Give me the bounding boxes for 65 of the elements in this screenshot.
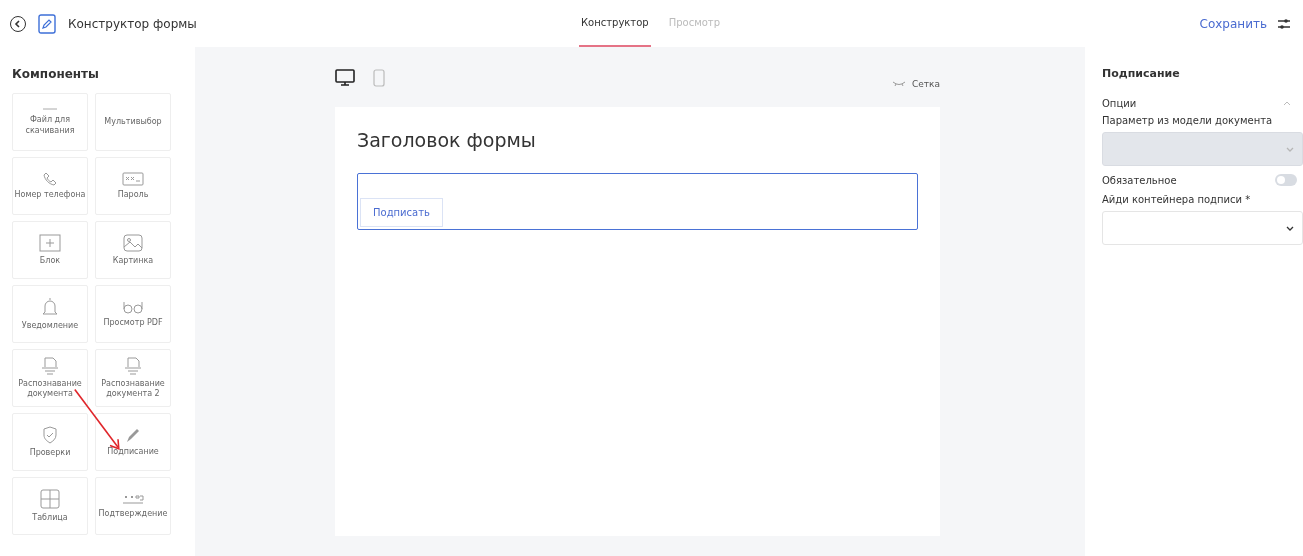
toggle-switch[interactable] bbox=[1275, 174, 1297, 186]
component-label: Таблица bbox=[32, 512, 68, 524]
component-tile[interactable]: Файл для скачивания bbox=[12, 93, 88, 151]
image-icon bbox=[123, 233, 143, 252]
panel-title: Компоненты bbox=[12, 67, 100, 81]
grid-toggle[interactable]: Сетка bbox=[892, 79, 940, 89]
document-scan-icon bbox=[40, 356, 60, 375]
component-tile[interactable]: Пароль bbox=[95, 157, 171, 215]
password-icon bbox=[122, 171, 144, 186]
settings-icon[interactable] bbox=[1277, 17, 1291, 30]
pencil-icon bbox=[38, 13, 56, 34]
line-icon bbox=[42, 108, 58, 112]
component-label: Распознавание документа bbox=[17, 378, 83, 400]
add-block-icon bbox=[39, 233, 61, 252]
field-label: Обязательное bbox=[1102, 174, 1177, 186]
component-tile[interactable]: Подтверждение bbox=[95, 477, 171, 535]
component-label: Номер телефона bbox=[14, 189, 86, 201]
component-label: Подписание bbox=[107, 446, 159, 458]
component-label: Подтверждение bbox=[98, 508, 168, 520]
dropdown-field[interactable] bbox=[1102, 211, 1303, 245]
component-label: Уведомление bbox=[21, 320, 79, 332]
document-scan-icon bbox=[123, 356, 143, 375]
component-tile[interactable]: Таблица bbox=[12, 477, 88, 535]
table-icon bbox=[40, 488, 60, 509]
code-icon bbox=[122, 492, 144, 505]
signature-block[interactable]: Подписать bbox=[357, 173, 918, 230]
back-button[interactable] bbox=[10, 15, 26, 32]
phone-icon bbox=[43, 171, 57, 186]
chevron-icon bbox=[1283, 101, 1291, 106]
mobile-icon[interactable] bbox=[373, 69, 385, 87]
pen-icon bbox=[125, 426, 141, 443]
component-label: Блок bbox=[39, 255, 61, 267]
panel-title: Подписание bbox=[1102, 67, 1181, 80]
component-label: Картинка bbox=[112, 255, 154, 267]
page-title: Конструктор формы bbox=[68, 16, 197, 31]
component-tile[interactable]: Блок bbox=[12, 221, 88, 279]
component-tile[interactable]: Уведомление bbox=[12, 285, 88, 343]
back-icon bbox=[14, 19, 22, 28]
component-label: Пароль bbox=[117, 189, 149, 201]
field-label: Айди контейнера подписи * bbox=[1102, 194, 1252, 205]
eye-closed-icon bbox=[892, 81, 906, 87]
component-tile[interactable]: Номер телефона bbox=[12, 157, 88, 215]
component-label: Мультивыбор bbox=[104, 116, 162, 128]
component-tile[interactable]: Распознавание документа bbox=[12, 349, 88, 407]
sign-button[interactable]: Подписать bbox=[360, 198, 443, 227]
desktop-icon[interactable] bbox=[335, 69, 355, 87]
form-title: Заголовок формы bbox=[357, 129, 537, 151]
field-label: Параметр из модели документа bbox=[1102, 115, 1274, 126]
component-tile[interactable]: Подписание bbox=[95, 413, 171, 471]
chevron-down-icon bbox=[1286, 225, 1294, 231]
glasses-icon bbox=[122, 299, 144, 314]
component-label: Проверки bbox=[29, 447, 71, 459]
shield-check-icon bbox=[42, 425, 58, 444]
bell-icon bbox=[42, 296, 58, 317]
save-button[interactable]: Сохранить bbox=[1199, 16, 1267, 31]
component-tile[interactable]: Просмотр PDF bbox=[95, 285, 171, 343]
component-label: Распознавание документа 2 bbox=[100, 378, 166, 400]
component-tile[interactable]: Картинка bbox=[95, 221, 171, 279]
component-tile[interactable]: Распознавание документа 2 bbox=[95, 349, 171, 407]
component-tile[interactable]: Проверки bbox=[12, 413, 88, 471]
chevron-down-icon bbox=[1286, 146, 1294, 152]
options-section-header[interactable]: Опции bbox=[1102, 98, 1303, 109]
component-label: Файл для скачивания bbox=[24, 115, 76, 136]
component-tile[interactable]: Мультивыбор bbox=[95, 93, 171, 151]
component-label: Просмотр PDF bbox=[103, 317, 163, 329]
